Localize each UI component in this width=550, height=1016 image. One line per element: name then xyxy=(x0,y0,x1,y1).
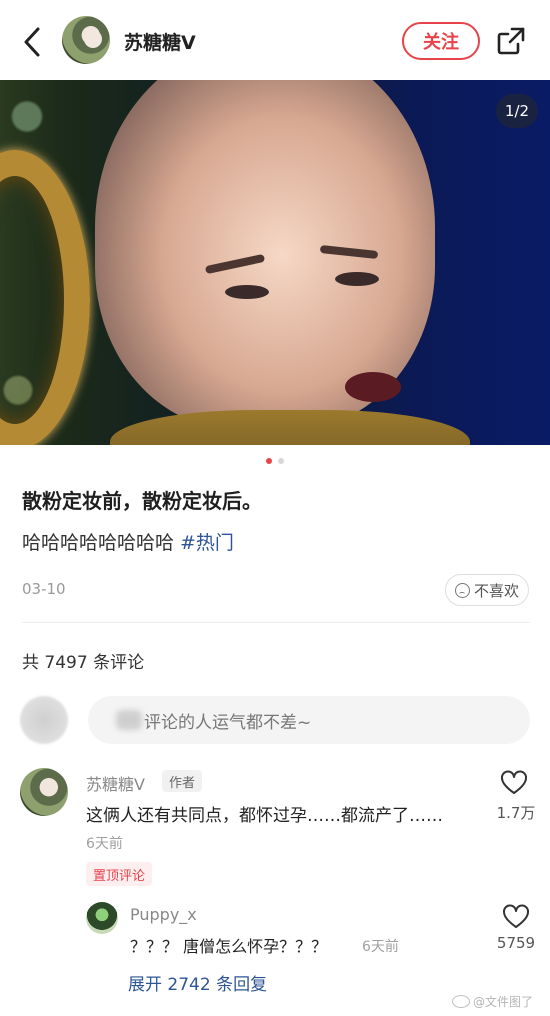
sad-face-icon xyxy=(454,582,470,598)
carousel-indicator xyxy=(0,458,550,466)
author-badge: 作者 xyxy=(162,770,203,792)
my-avatar xyxy=(20,696,68,744)
author-avatar[interactable] xyxy=(62,16,110,64)
commenter-name[interactable]: 苏糖糖Ⅴ xyxy=(86,771,145,795)
dislike-label: 不喜欢 xyxy=(473,581,519,600)
reply-time: 6天前 xyxy=(362,939,399,955)
blurred-text xyxy=(116,710,142,730)
replier-name[interactable]: Puppy_x xyxy=(130,905,197,924)
watermark-text: @文件图了 xyxy=(473,995,534,1009)
commenter-avatar[interactable] xyxy=(20,768,68,816)
image-counter: 1/2 xyxy=(496,94,538,128)
comment-text[interactable]: 这俩人还有共同点，都怀过孕……都流产了…… xyxy=(86,801,443,826)
reply-text[interactable]: ？？？ 唐僧怎么怀孕？？？ xyxy=(130,933,327,957)
heart-icon[interactable] xyxy=(500,770,528,796)
comment-placeholder: 评论的人运气都不差~ xyxy=(144,712,312,733)
watermark: @文件图了 xyxy=(452,993,533,1010)
post-title: 散粉定妆前，散粉定妆后。 xyxy=(22,489,262,513)
comment-input[interactable]: 评论的人运气都不差~ xyxy=(88,696,530,744)
comment-time: 6天前 xyxy=(86,836,123,852)
reply-like-count: 5759 xyxy=(496,934,536,952)
author-name[interactable]: 苏糖糖Ⅴ xyxy=(124,28,196,55)
pinned-badge: 置顶评论 xyxy=(86,862,153,886)
share-icon[interactable] xyxy=(496,26,526,56)
top-bar: 苏糖糖Ⅴ 关注 xyxy=(0,0,550,80)
carousel-dot[interactable] xyxy=(278,458,284,464)
carousel-dot-active[interactable] xyxy=(266,458,272,464)
expand-replies-link[interactable]: 展开 2742 条回复 xyxy=(128,970,267,995)
weibo-icon xyxy=(452,995,470,1008)
post-body: 哈哈哈哈哈哈哈哈 #热门 xyxy=(22,528,234,555)
comment-like-count: 1.7万 xyxy=(496,804,536,822)
eye xyxy=(335,272,379,286)
robe-illustration xyxy=(110,410,470,445)
dislike-button[interactable]: 不喜欢 xyxy=(445,574,529,606)
post-date: 03-10 xyxy=(22,580,66,598)
post-text: 哈哈哈哈哈哈哈哈 xyxy=(22,532,175,554)
eye xyxy=(225,285,269,299)
follow-button[interactable]: 关注 xyxy=(402,22,480,60)
post-image[interactable] xyxy=(0,80,550,445)
comment-count: 共 7497 条评论 xyxy=(22,653,145,673)
heart-icon[interactable] xyxy=(502,904,530,930)
hashtag-link[interactable]: #热门 xyxy=(180,532,234,554)
divider xyxy=(22,622,530,623)
back-icon[interactable] xyxy=(18,24,48,60)
lips xyxy=(345,372,401,402)
replier-avatar[interactable] xyxy=(86,902,118,934)
